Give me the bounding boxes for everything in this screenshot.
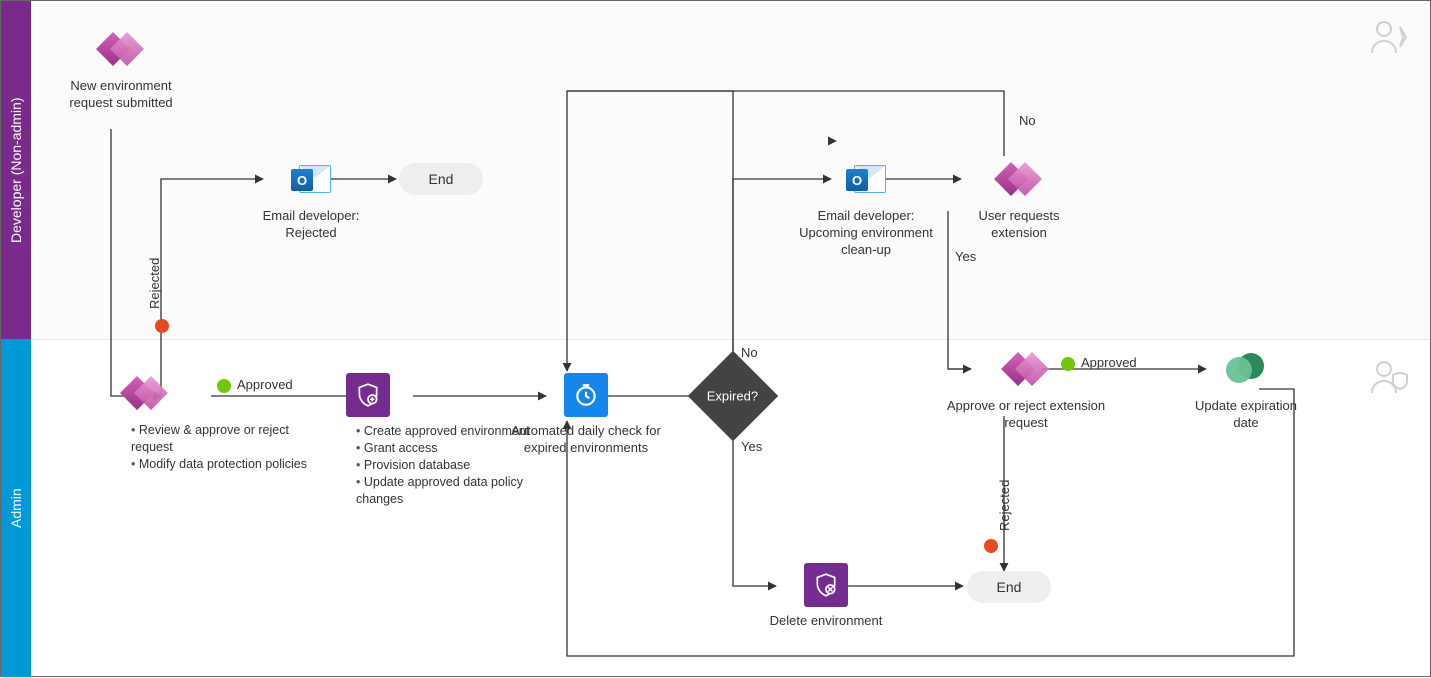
- node-email-cleanup: O Email developer: Upcoming environment …: [791, 159, 941, 259]
- lane-label-developer: Developer (Non-admin): [1, 1, 31, 339]
- status-dot-ext-approved: [1061, 357, 1075, 371]
- review-bullets: Review & approve or reject request Modif…: [131, 422, 311, 473]
- node-end-1: End: [391, 163, 491, 195]
- outlook-icon: O: [846, 159, 886, 199]
- node-label: Approve or reject extension request: [946, 398, 1106, 432]
- node-label: User requests extension: [949, 208, 1089, 242]
- shield-delete-icon: [804, 563, 848, 607]
- node-create-env: Create approved environment Grant access…: [346, 373, 536, 507]
- node-daily-check: Automated daily check for expired enviro…: [511, 373, 661, 457]
- node-label: Email developer: Rejected: [241, 208, 381, 242]
- shield-icon: [346, 373, 390, 417]
- create-env-bullets: Create approved environment Grant access…: [356, 423, 536, 507]
- status-dot-approved: [217, 379, 231, 393]
- powerapps-icon: [995, 159, 1043, 199]
- node-user-requests-extension: User requests extension: [949, 159, 1089, 242]
- diamond-icon: Expired?: [688, 351, 779, 442]
- node-email-rejected: O Email developer: Rejected: [241, 159, 381, 242]
- status-dot-ext-rejected: [984, 539, 998, 553]
- node-expired-decision: Expired?: [701, 364, 765, 428]
- edge-label-ext-approved: Approved: [1081, 355, 1137, 370]
- lane-label-admin: Admin: [1, 339, 31, 677]
- node-end-2: End: [959, 571, 1059, 603]
- node-new-request: New environment request submitted: [56, 29, 186, 112]
- node-label: New environment request submitted: [56, 78, 186, 112]
- edge-label-expired-no: No: [741, 345, 758, 360]
- node-delete-env: Delete environment: [741, 563, 911, 630]
- dataverse-icon: [1226, 349, 1266, 389]
- persona-admin-icon: [1368, 359, 1412, 398]
- powerapps-icon: [1002, 349, 1050, 389]
- edge-label-approved: Approved: [237, 377, 293, 392]
- node-label: Automated daily check for expired enviro…: [511, 423, 661, 457]
- edge-label-ext-no: No: [1019, 113, 1036, 128]
- edge-label-ext-yes: Yes: [955, 249, 976, 264]
- node-label: Delete environment: [741, 613, 911, 630]
- clock-automate-icon: [564, 373, 608, 417]
- end-pill: End: [399, 163, 484, 195]
- node-update-expiration: Update expiration date: [1181, 349, 1311, 432]
- diagram-canvas: Developer (Non-admin) Admin: [0, 0, 1431, 677]
- edge-label-ext-rejected: Rejected: [997, 480, 1012, 531]
- outlook-icon: O: [291, 159, 331, 199]
- persona-developer-icon: [1368, 19, 1412, 58]
- edge-label-rejected: Rejected: [147, 258, 162, 309]
- end-pill: End: [967, 571, 1052, 603]
- edge-label-expired-yes: Yes: [741, 439, 762, 454]
- powerapps-icon: [121, 373, 169, 413]
- node-label: Update expiration date: [1181, 398, 1311, 432]
- lane-strip: Developer (Non-admin) Admin: [1, 1, 31, 676]
- node-label: Email developer: Upcoming environment cl…: [791, 208, 941, 259]
- status-dot-rejected: [155, 319, 169, 333]
- powerapps-icon: [97, 29, 145, 69]
